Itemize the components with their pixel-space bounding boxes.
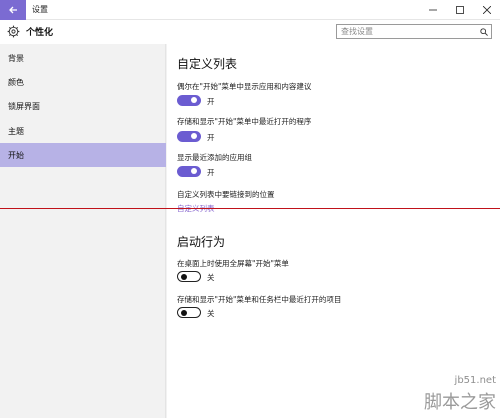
minimize-icon xyxy=(428,9,437,11)
toggle-knob xyxy=(191,133,197,139)
watermark-brand: 脚本之家 xyxy=(424,392,496,413)
search-input[interactable]: 查找设置 xyxy=(336,24,492,39)
close-icon xyxy=(482,6,491,14)
header-left: 个性化 xyxy=(6,24,53,38)
title-bar: 设置 xyxy=(0,0,500,20)
maximize-button[interactable] xyxy=(446,0,473,20)
toggle-state-label: 关 xyxy=(207,273,215,282)
annotation-divider-line xyxy=(0,208,500,209)
toggle-state-label: 关 xyxy=(207,309,215,318)
section-title-startup: 启动行为 xyxy=(177,235,226,249)
sidebar-item-colors[interactable]: 颜色 xyxy=(0,70,166,94)
minimize-button[interactable] xyxy=(419,0,446,20)
sidebar-item-label: 背景 xyxy=(8,54,24,63)
toggle-state-label: 开 xyxy=(207,133,215,142)
sidebar-item-themes[interactable]: 主题 xyxy=(0,119,166,143)
toggle-knob xyxy=(181,273,187,280)
site-watermark: jb51.net 脚本之家 xyxy=(424,375,496,414)
toggle-knob xyxy=(191,97,197,103)
setting-label: 存储和显示"开始"菜单中最近打开的程序 xyxy=(177,117,312,126)
window-title: 设置 xyxy=(32,5,48,14)
maximize-icon xyxy=(455,6,464,14)
sidebar-item-label: 主题 xyxy=(8,127,24,136)
close-button[interactable] xyxy=(473,0,500,20)
sidebar-item-label: 开始 xyxy=(8,151,24,160)
toggle-state-label: 开 xyxy=(207,168,215,177)
setting-label: 存储和显示"开始"菜单和任务栏中最近打开的项目 xyxy=(177,295,342,304)
sidebar-item-start[interactable]: 开始 xyxy=(0,143,166,167)
page-title: 个性化 xyxy=(26,27,54,38)
search-placeholder: 查找设置 xyxy=(341,27,373,36)
toggle-recent-apps[interactable] xyxy=(177,166,201,177)
toggle-show-suggestions[interactable] xyxy=(177,95,201,106)
settings-header: 个性化 查找设置 xyxy=(0,20,500,44)
section-title-custom-list: 自定义列表 xyxy=(177,57,238,71)
sidebar-item-lock-screen[interactable]: 锁屏界面 xyxy=(0,94,166,118)
gear-icon xyxy=(6,24,20,38)
sidebar-item-background[interactable]: 背景 xyxy=(0,46,166,70)
setting-label: 偶尔在"开始"菜单中显示应用和内容建议 xyxy=(177,82,312,91)
toggle-knob xyxy=(181,309,187,316)
toggle-fullscreen-start[interactable] xyxy=(177,271,201,282)
main-content: 自定义列表 偶尔在"开始"菜单中显示应用和内容建议 开 存储和显示"开始"菜单中… xyxy=(167,44,500,418)
back-arrow-icon xyxy=(9,6,17,14)
toggle-recent-items[interactable] xyxy=(177,307,201,318)
settings-window: 设置 个性化 查找设置 背景 颜色 锁屏界面 主题 开始 自定义列表 偶尔在"开… xyxy=(0,0,500,418)
toggle-state-label: 开 xyxy=(207,97,215,106)
window-controls xyxy=(419,0,500,20)
watermark-domain: jb51.net xyxy=(454,375,496,386)
toggle-recent-programs[interactable] xyxy=(177,131,201,142)
folders-label: 自定义列表中要链接到的位置 xyxy=(177,190,275,199)
setting-label: 显示最近添加的应用组 xyxy=(177,153,252,162)
sidebar: 背景 颜色 锁屏界面 主题 开始 xyxy=(0,44,166,418)
sidebar-item-label: 颜色 xyxy=(8,78,24,87)
setting-label: 在桌面上时使用全屏幕"开始"菜单 xyxy=(177,259,289,268)
sidebar-item-label: 锁屏界面 xyxy=(8,102,40,111)
toggle-knob xyxy=(191,168,197,174)
search-icon[interactable] xyxy=(477,25,491,38)
back-button[interactable] xyxy=(0,0,26,20)
